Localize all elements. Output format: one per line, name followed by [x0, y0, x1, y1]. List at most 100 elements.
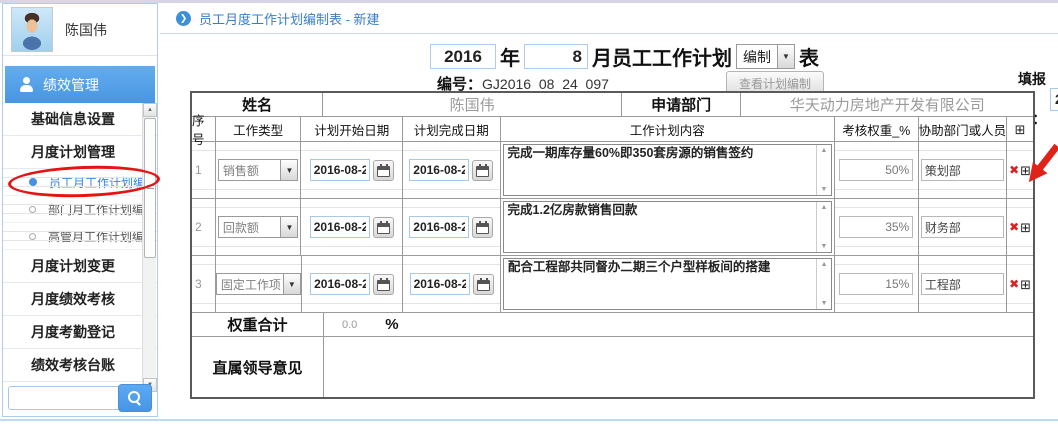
sidebar-item-label: 月度计划管理 — [31, 142, 115, 162]
bullet-icon — [29, 178, 37, 186]
weight-total-row: 权重合计 0.0 % — [192, 313, 1033, 337]
sidebar-item-monthly-attendance[interactable]: 月度考勤登记 — [3, 316, 157, 349]
assist-dept-input[interactable] — [921, 216, 1004, 238]
calendar-glyph — [476, 166, 489, 177]
add-row-icon[interactable]: ⊞ — [1020, 278, 1031, 291]
sidebar-item-department-monthly-plan[interactable]: 部门月工作计划编制 — [3, 196, 157, 223]
work-type-value: 销售额 — [218, 159, 282, 181]
table-row-identity: 姓名 陈国伟 申请部门 华天动力房地产开发有限公司 — [192, 93, 1033, 117]
work-type-select[interactable]: 回款额 ▼ — [218, 216, 299, 238]
dept-label: 申请部门 — [651, 94, 711, 115]
calendar-icon[interactable] — [373, 217, 394, 238]
dept-value: 华天动力房地产开发有限公司 — [790, 94, 985, 115]
assist-dept-input[interactable] — [921, 273, 1004, 295]
leader-opinion-label: 直属领导意见 — [212, 357, 302, 378]
search-input[interactable] — [8, 386, 122, 410]
app-window: 陈国伟 绩效管理 基础信息设置 月度计划管理 员工月工作计划编制 部门月工作计划… — [0, 0, 1058, 428]
scroll-down-icon: ▼ — [820, 186, 827, 193]
year-input[interactable] — [430, 44, 496, 69]
sidebar-item-executive-monthly-plan[interactable]: 高管月工作计划编制 — [3, 223, 157, 250]
thumb-grip-icon — [147, 185, 154, 191]
search-icon — [128, 391, 142, 405]
header-content: 工作计划内容 — [501, 117, 835, 141]
end-date-input[interactable] — [409, 216, 469, 238]
sidebar-item-label: 月度考勤登记 — [31, 322, 115, 342]
calendar-icon[interactable] — [373, 160, 394, 181]
work-type-select[interactable]: 固定工作项 ▼ — [216, 273, 301, 295]
calendar-icon[interactable] — [472, 160, 493, 181]
weight-total-unit: % — [385, 316, 398, 333]
plan-content-text: 配合工程部共同督办二期三个户型样板间的搭建 — [504, 259, 816, 309]
chevron-down-icon[interactable]: ▼ — [778, 44, 795, 69]
calendar-glyph — [377, 223, 390, 234]
sidebar-item-monthly-performance-review[interactable]: 月度绩效考核 — [3, 283, 157, 316]
sidebar-search — [8, 384, 152, 412]
user-avatar[interactable] — [11, 7, 53, 52]
start-date-input[interactable] — [310, 273, 370, 295]
row-number: 3 — [195, 277, 202, 291]
scrollbar-thumb[interactable] — [144, 118, 156, 258]
calendar-icon[interactable] — [473, 274, 494, 295]
plan-table: 姓名 陈国伟 申请部门 华天动力房地产开发有限公司 序号 工作类型 计划开始日期… — [190, 91, 1035, 399]
plan-content-text: 完成一期库存量60%即350套房源的销售签约 — [504, 145, 816, 195]
leader-opinion-row: 直属领导意见 — [192, 337, 1033, 397]
sidebar-item-monthly-plan-management[interactable]: 月度计划管理 — [3, 136, 157, 169]
calendar-icon[interactable] — [373, 274, 394, 295]
bottom-divider — [0, 419, 1058, 421]
leader-opinion-field[interactable] — [324, 337, 1033, 397]
table-row: 2 回款额 ▼ 完成1.2亿房款销售回款 — [192, 199, 1033, 256]
sidebar-item-performance-ledger[interactable]: 绩效考核台账 — [3, 349, 157, 382]
add-row-icon[interactable]: ⊞ — [1020, 221, 1031, 234]
delete-row-icon[interactable]: ✖ — [1009, 278, 1019, 290]
calendar-icon[interactable] — [472, 217, 493, 238]
work-type-value: 固定工作项 — [216, 273, 284, 295]
calendar-glyph — [477, 280, 490, 291]
plan-content-textarea[interactable]: 完成一期库存量60%即350套房源的销售签约 ▲▼ — [503, 144, 832, 196]
chevron-down-icon[interactable]: ▼ — [281, 216, 298, 238]
scroll-up-icon[interactable]: ▲ — [143, 103, 157, 117]
chevron-down-icon[interactable]: ▼ — [284, 273, 301, 295]
calendar-glyph — [476, 223, 489, 234]
form-title: 年 月员工工作计划 编制 ▼ 表 — [430, 42, 819, 71]
sidebar-item-basic-info-settings[interactable]: 基础信息设置 — [3, 103, 157, 136]
add-row-icon[interactable]: ⊞ — [1015, 123, 1026, 136]
arrow-circle-icon: ❯ — [176, 11, 191, 26]
start-date-input[interactable] — [310, 159, 370, 181]
plan-mode-select[interactable]: 编制 ▼ — [736, 44, 795, 69]
textarea-scrollbar[interactable]: ▲▼ — [816, 202, 831, 252]
header-type: 工作类型 — [216, 117, 302, 141]
sidebar-section-performance[interactable]: 绩效管理 — [5, 66, 155, 103]
weight-input[interactable] — [839, 273, 913, 295]
sidebar-scrollbar[interactable]: ▲ ▼ — [142, 103, 156, 392]
work-type-value: 回款额 — [218, 216, 282, 238]
sidebar-item-employee-monthly-plan[interactable]: 员工月工作计划编制 — [3, 169, 157, 196]
textarea-scrollbar[interactable]: ▲▼ — [816, 259, 831, 309]
end-date-input[interactable] — [409, 159, 469, 181]
month-input[interactable] — [524, 44, 588, 69]
weight-total-value: 0.0 — [342, 319, 357, 331]
weight-input[interactable] — [839, 216, 913, 238]
table-row: 3 固定工作项 ▼ 配合工程部共同督办二期三个户 — [192, 256, 1033, 313]
textarea-scrollbar[interactable]: ▲▼ — [816, 145, 831, 195]
delete-row-icon[interactable]: ✖ — [1009, 221, 1019, 233]
start-date-input[interactable] — [310, 216, 370, 238]
end-date-input[interactable] — [410, 273, 470, 295]
fill-date-input[interactable] — [1050, 88, 1058, 111]
breadcrumb: ❯ 员工月度工作计划编制表 - 新建 — [160, 3, 1058, 34]
plan-content-textarea[interactable]: 配合工程部共同督办二期三个户型样板间的搭建 ▲▼ — [503, 258, 832, 310]
sidebar-item-monthly-plan-change[interactable]: 月度计划变更 — [3, 250, 157, 283]
doc-number-value: GJ2016_08_24_097 — [482, 76, 609, 92]
scroll-down-icon: ▼ — [821, 300, 828, 307]
weight-input[interactable] — [839, 159, 913, 181]
search-button[interactable] — [118, 384, 152, 412]
sidebar-item-label: 员工月工作计划编制 — [49, 174, 157, 191]
add-row-icon[interactable]: ⊞ — [1020, 164, 1031, 177]
plan-content-textarea[interactable]: 完成1.2亿房款销售回款 ▲▼ — [503, 201, 832, 253]
assist-dept-input[interactable] — [921, 159, 1004, 181]
work-type-select[interactable]: 销售额 ▼ — [218, 159, 299, 181]
delete-row-icon[interactable]: ✖ — [1009, 164, 1019, 176]
table-row: 1 销售额 ▼ 完成一期库存量60%即350套房 — [192, 142, 1033, 199]
chevron-down-icon[interactable]: ▼ — [281, 159, 298, 181]
scroll-up-icon: ▲ — [821, 261, 828, 268]
year-unit-label: 年 — [500, 42, 520, 71]
